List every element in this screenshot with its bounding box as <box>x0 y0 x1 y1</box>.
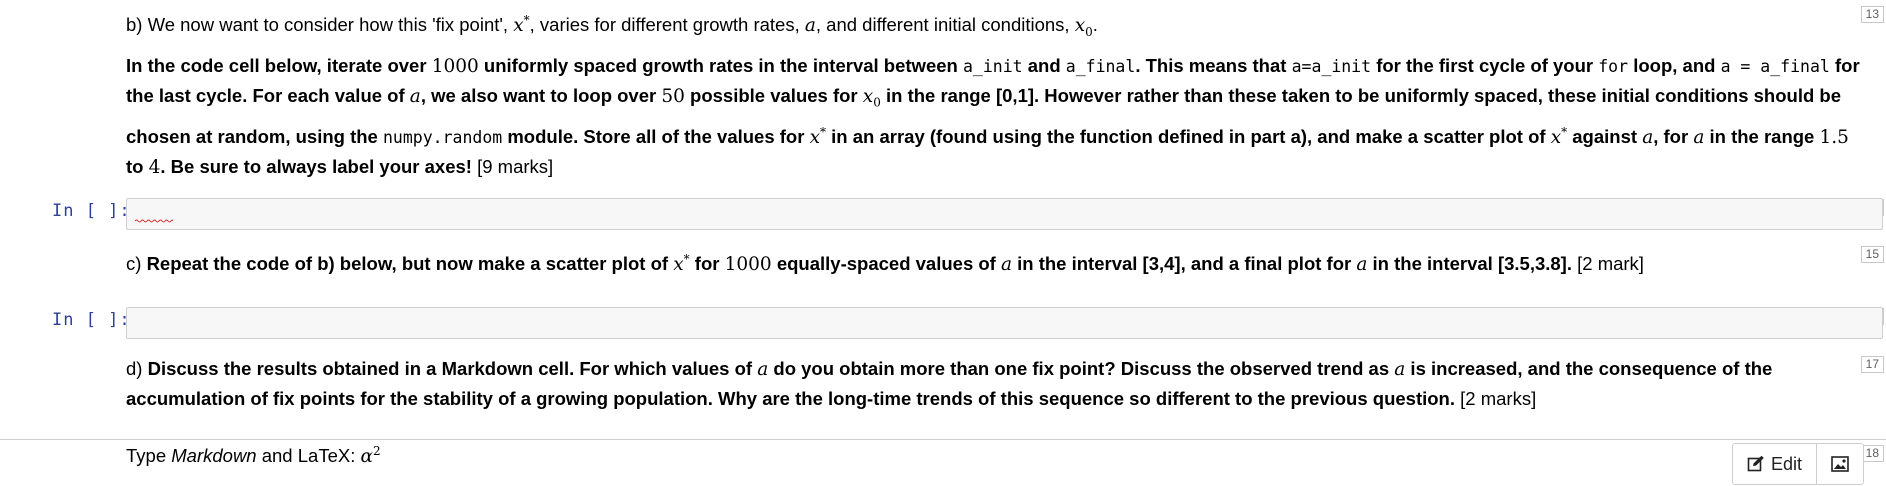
text: in the interval [3.5,3.8]. <box>1367 253 1572 275</box>
edit-button[interactable]: Edit <box>1733 444 1816 484</box>
math-x: x <box>809 126 821 148</box>
image-icon <box>1831 456 1849 472</box>
text: do you obtain more than one fix point? D… <box>768 358 1395 379</box>
text: for <box>689 253 725 275</box>
text: , we also want to loop over <box>420 85 662 106</box>
math-number: 1000 <box>724 254 772 276</box>
inline-code: a=a_init <box>1291 57 1372 76</box>
math-a: a <box>1693 126 1705 148</box>
math-x: x <box>513 15 524 37</box>
input-prompt: In [ ]: <box>52 201 131 221</box>
math-a: a <box>757 359 769 380</box>
markdown-cell-b-body[interactable]: In the code cell below, iterate over 100… <box>126 51 1870 182</box>
marks-label: [9 marks] <box>477 155 554 177</box>
text: loop, and <box>1628 55 1721 76</box>
text: . <box>1092 14 1098 36</box>
text: and <box>1022 55 1066 76</box>
markdown-cell-c[interactable]: c) Repeat the code of b) below, but now … <box>126 245 1870 279</box>
markdown-cell-d[interactable]: d) Discuss the results obtained in a Mar… <box>126 354 1870 413</box>
text: , varies for different growth rates, <box>529 14 805 36</box>
text: In the code cell below, iterate over <box>126 55 432 76</box>
markdown-editor-cell[interactable]: Type Markdown and LaTeX: α2 18 Edit <box>0 439 1886 486</box>
math-a: a <box>1394 359 1406 380</box>
math-sup: 2 <box>372 444 381 458</box>
math-x: x <box>1074 15 1086 37</box>
math-x: x <box>673 254 684 276</box>
text: in the interval [3,4], and a final plot … <box>1012 253 1357 275</box>
spellcheck-underline <box>135 219 173 223</box>
text: . This means that <box>1135 55 1292 76</box>
math-sub: 0 <box>1085 24 1093 39</box>
markdown-cell-b-heading[interactable]: b) We now want to consider how this 'fix… <box>126 6 1870 47</box>
cell-toolbar: Edit <box>1731 443 1864 485</box>
math-number: 4 <box>148 156 161 178</box>
math-number: 1.5 <box>1819 126 1849 148</box>
inline-code: a = a_final <box>1720 57 1830 76</box>
code-input-cell[interactable] <box>126 307 1883 339</box>
math-alpha: α <box>360 446 373 468</box>
math-number: 50 <box>661 86 685 107</box>
text: to <box>126 155 149 177</box>
editor-placeholder[interactable]: Type Markdown and LaTeX: α2 <box>126 444 381 467</box>
math-x: x <box>862 86 874 107</box>
math-a: a <box>1356 254 1368 276</box>
text: and LaTeX: <box>256 445 361 467</box>
text: equally-spaced values of <box>771 253 1001 275</box>
math-a: a <box>1000 254 1012 276</box>
text: . Be sure to always label your axes! <box>160 155 472 177</box>
marks-label: [2 marks] <box>1455 388 1537 409</box>
image-button[interactable] <box>1816 444 1863 484</box>
inline-code: a_init <box>962 57 1023 76</box>
math-number: 1000 <box>431 56 479 77</box>
cell-number-18: 18 <box>1860 445 1884 462</box>
text: c) <box>126 253 147 275</box>
text: in the range <box>1704 125 1820 147</box>
input-prompt: In [ ]: <box>52 310 131 330</box>
inline-code: a_final <box>1065 57 1136 76</box>
marks-label: [2 mark] <box>1571 253 1644 275</box>
text: module. Store all of the values for <box>502 125 810 147</box>
inline-code: numpy.random <box>382 127 503 147</box>
text: uniformly spaced growth rates in the int… <box>478 55 963 76</box>
code-input-cell[interactable] <box>126 198 1883 230</box>
pencil-square-icon <box>1747 455 1764 472</box>
math-x: x <box>1550 126 1562 148</box>
text: b) We now want to consider how this 'fix… <box>126 14 514 36</box>
math-a: a <box>804 15 816 37</box>
edit-button-label: Edit <box>1770 453 1802 474</box>
text: , and different initial conditions, <box>815 14 1075 36</box>
text: Discuss the results obtained in a Markdo… <box>147 358 758 379</box>
math-a: a <box>409 86 421 107</box>
text: for the first cycle of your <box>1371 55 1599 76</box>
text: Repeat the code of b) below, but now mak… <box>146 253 674 275</box>
text: Type <box>126 445 172 467</box>
math-sub: 0 <box>873 95 881 110</box>
text: , for <box>1653 125 1694 147</box>
text: in an array (found using the function de… <box>826 125 1551 147</box>
text: d) <box>126 358 148 379</box>
text: possible values for <box>684 85 863 106</box>
math-a: a <box>1642 126 1654 148</box>
text: against <box>1567 125 1643 147</box>
inline-code: for <box>1598 57 1629 76</box>
text: Markdown <box>171 445 257 467</box>
